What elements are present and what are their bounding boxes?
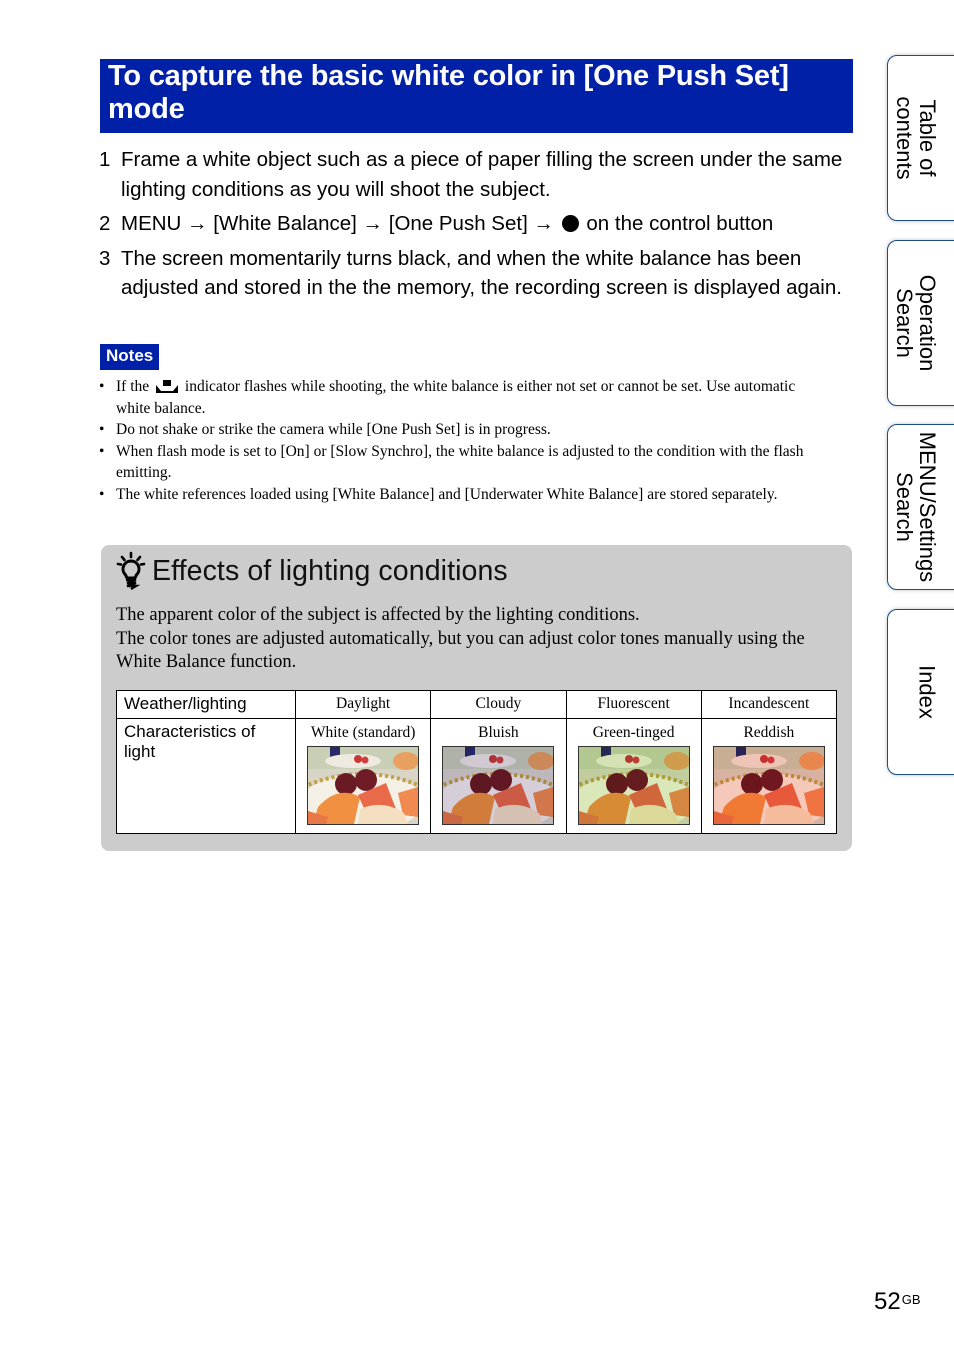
step-number: 2 (99, 212, 111, 235)
note-item: • Do not shake or strike the camera whil… (99, 419, 824, 441)
fruit-photo (578, 747, 689, 824)
fruit-photo (443, 747, 554, 824)
step-text: Frame a white object such as a piece of … (121, 148, 843, 201)
notes-list: • If the indicator flashes while shootin… (99, 376, 824, 505)
tab-label: Search (892, 288, 917, 358)
note-item: • The white references loaded using [Whi… (99, 484, 824, 506)
center-button-dot-icon (561, 215, 579, 232)
step-number: 3 (99, 246, 111, 270)
characteristic-label: Bluish (478, 724, 519, 741)
arrow-right-icon: → (533, 212, 554, 235)
menu-path-one-push-set: [One Push Set] (388, 212, 528, 235)
column-header: Fluorescent (565, 690, 702, 719)
characteristic-label: Green-tinged (592, 724, 675, 741)
white-balance-indicator-icon (156, 380, 179, 393)
sample-photo-incandescent (712, 746, 825, 825)
sample-photo-cloudy (442, 746, 555, 825)
bullet: • (99, 442, 105, 460)
table-cell: Green-tinged (565, 718, 702, 834)
menu-path-menu: MENU (121, 212, 182, 235)
tab-label: contents (892, 96, 917, 180)
step-text: The screen momentarily turns black, and … (121, 246, 842, 300)
tab-index[interactable]: Index (887, 609, 954, 775)
hint-paragraph: The color tones are adjusted automatical… (116, 628, 805, 673)
menu-path-white-balance: [White Balance] (213, 212, 357, 235)
tab-label: Index (914, 665, 940, 719)
hint-paragraph: The apparent color of the subject is aff… (116, 605, 640, 625)
page-number: 52GB (874, 1288, 921, 1316)
page-number-value: 52 (874, 1288, 901, 1315)
bullet: • (99, 485, 105, 503)
column-header: Cloudy (430, 690, 567, 719)
notes-label: Notes (100, 344, 160, 370)
tab-table-of-contents[interactable]: Table of contents (887, 55, 954, 221)
tab-label: MENU/Settings (915, 431, 940, 583)
note-text: When flash mode is set to [On] or [Slow … (116, 442, 804, 482)
column-header: Daylight (294, 690, 432, 719)
fruit-photo (713, 747, 824, 824)
tab-menu-settings-search[interactable]: MENU/Settings Search (887, 424, 954, 590)
sample-photo-daylight (307, 746, 420, 825)
tab-label: Search (892, 472, 917, 542)
tab-label: Operation (915, 274, 940, 372)
hint-title-row: Effects of lighting conditions (116, 551, 508, 591)
characteristic-label: White (standard) (310, 724, 416, 741)
bullet: • (99, 421, 105, 438)
page-title: To capture the basic white color in [One… (108, 60, 789, 125)
tab-label: Table of (915, 99, 940, 177)
control-button-text: on the control button (586, 212, 774, 235)
fruit-photo (308, 747, 419, 824)
steps-list: 1 Frame a white object such as a piece o… (99, 145, 859, 308)
step-text: MENU → [White Balance] → [One Push Set] … (121, 209, 859, 239)
arrow-right-icon: → (187, 212, 208, 235)
table-row: Weather/lighting Daylight Cloudy Fluores… (116, 690, 838, 719)
note-text: Do not shake or strike the camera while … (116, 421, 551, 438)
table-cell: Reddish (700, 718, 838, 834)
row-header: Characteristics of light (116, 718, 296, 834)
note-item: • If the indicator flashes while shootin… (99, 376, 824, 419)
note-text: The white references loaded using [White… (116, 485, 778, 503)
note-text: If the (116, 378, 150, 395)
hint-box: Effects of lighting conditions The appar… (101, 545, 852, 851)
column-header: Incandescent (700, 690, 838, 719)
table-cell: White (standard) (294, 718, 432, 834)
hint-title: Effects of lighting conditions (152, 555, 508, 587)
note-text: indicator flashes while shooting, the wh… (116, 378, 796, 417)
table-row: Characteristics of light White (standard… (116, 718, 838, 834)
hint-body: The apparent color of the subject is aff… (116, 604, 836, 675)
page-number-suffix: GB (901, 1292, 921, 1307)
characteristic-label: Reddish (743, 724, 795, 741)
step-number: 1 (99, 148, 111, 171)
note-item: • When flash mode is set to [On] or [Slo… (99, 441, 824, 484)
tab-operation-search[interactable]: Operation Search (887, 240, 954, 406)
section-title-bar: To capture the basic white color in [One… (100, 59, 853, 133)
sample-photo-fluorescent (577, 746, 690, 825)
table-cell: Bluish (430, 718, 567, 834)
step-2: 2 MENU → [White Balance] → [One Push Set… (99, 209, 859, 239)
row-header: Weather/lighting (116, 690, 296, 719)
bullet: • (99, 378, 105, 395)
lighting-table: Weather/lighting Daylight Cloudy Fluores… (116, 690, 838, 834)
arrow-right-icon: → (362, 212, 384, 235)
step-1: 1 Frame a white object such as a piece o… (99, 145, 859, 204)
step-3: 3 The screen momentarily turns black, an… (99, 244, 859, 303)
lightbulb-hint-icon (116, 551, 146, 591)
